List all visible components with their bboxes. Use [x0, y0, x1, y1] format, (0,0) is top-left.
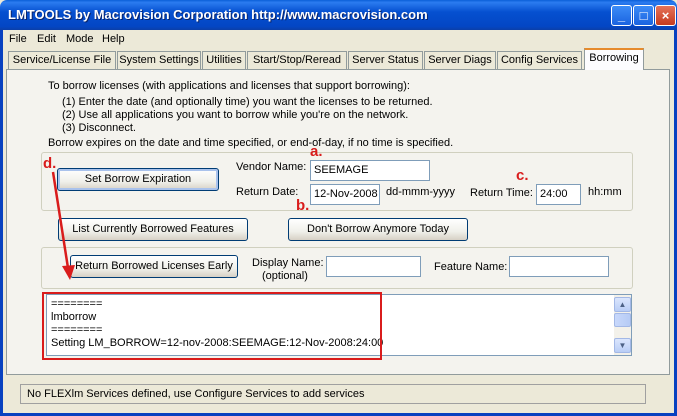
annotation-arrow-icon — [51, 171, 75, 280]
tab-borrowing[interactable]: Borrowing — [584, 48, 644, 70]
status-bar: No FLEXlm Services defined, use Configur… — [20, 384, 646, 404]
status-text: No FLEXlm Services defined, use Configur… — [27, 388, 365, 400]
